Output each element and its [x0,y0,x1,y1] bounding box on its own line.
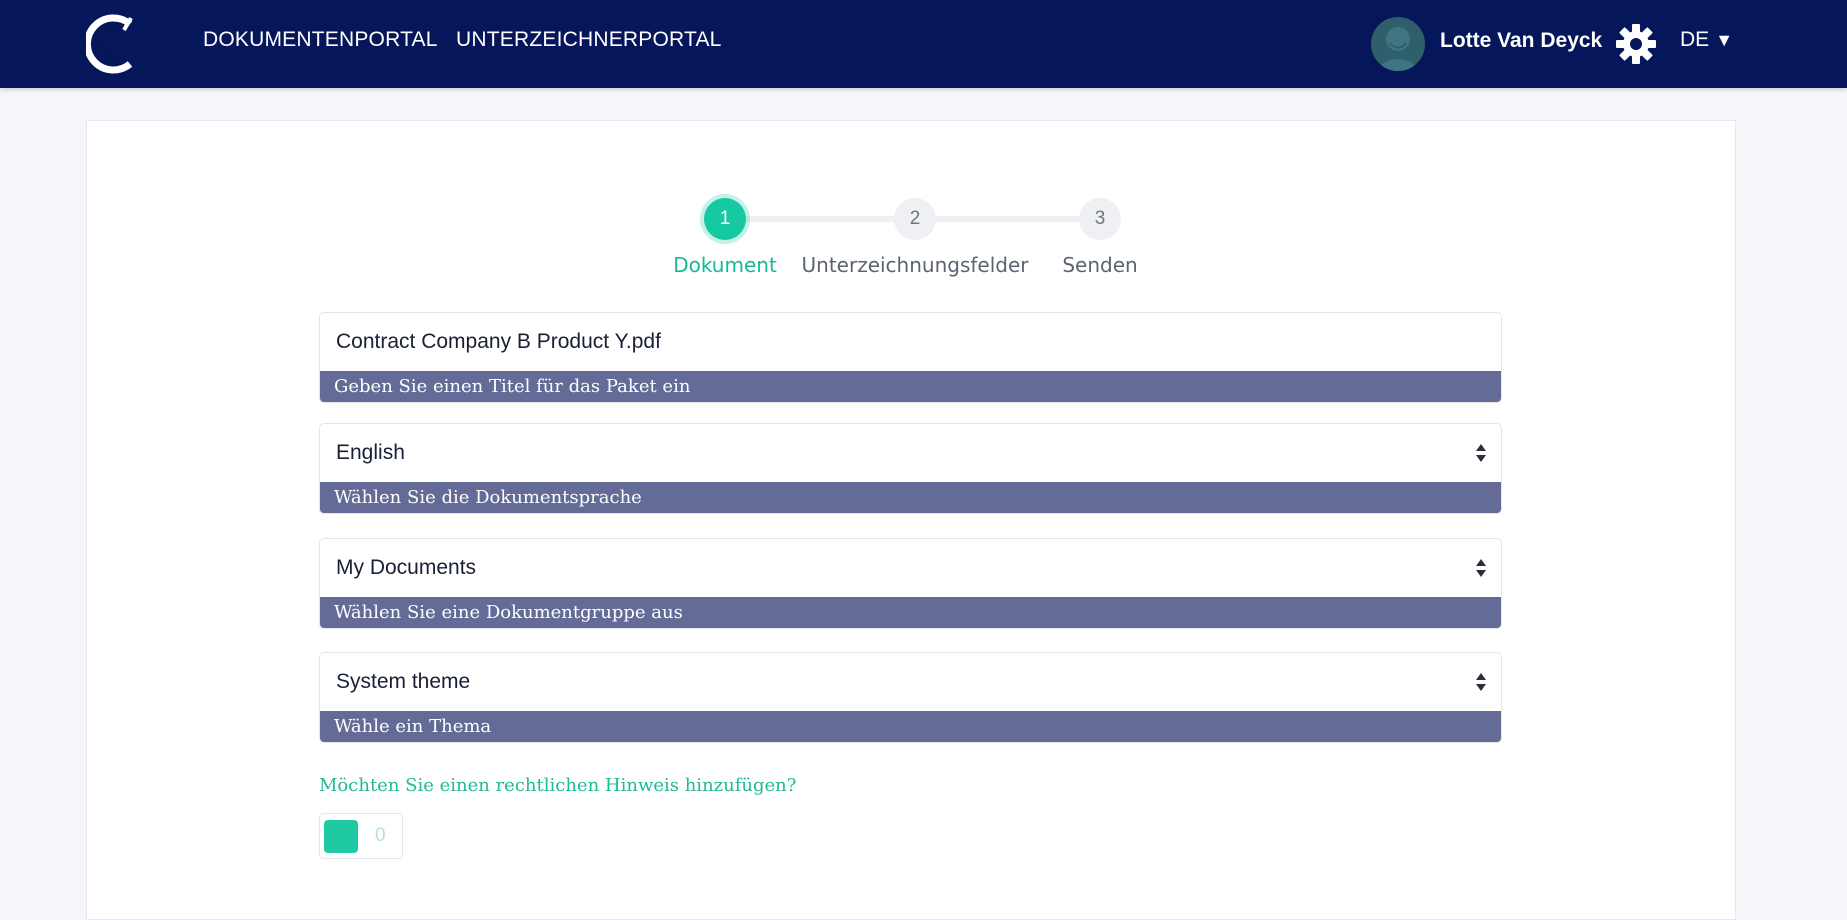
step-connector [745,216,915,222]
theme-hint: Wähle ein Thema [320,711,1501,742]
select-arrows-icon [1476,673,1486,691]
package-title-field: Contract Company B Product Y.pdf Geben S… [319,312,1502,403]
step-3-label[interactable]: Senden [1062,253,1137,277]
step-2-label[interactable]: Unterzeichnungsfelder [802,253,1029,277]
legal-notice-question[interactable]: Möchten Sie einen rechtlichen Hinweis hi… [319,775,796,796]
document-group-select[interactable]: My Documents [320,539,1501,597]
document-language-select[interactable]: English [320,424,1501,482]
progress-stepper: 1 2 3 Dokument Unterzeichnungsfelder Sen… [0,0,1847,300]
document-language-value: English [336,441,405,464]
select-arrows-icon [1476,444,1486,462]
step-1-circle[interactable]: 1 [704,198,746,240]
package-title-hint: Geben Sie einen Titel für das Paket ein [320,371,1501,402]
document-group-value: My Documents [336,556,477,579]
theme-field: System theme Wähle ein Thema [319,652,1502,743]
select-arrows-icon [1476,559,1486,577]
document-language-hint: Wählen Sie die Dokumentsprache [320,482,1501,513]
theme-select[interactable]: System theme [320,653,1501,711]
package-title-input[interactable]: Contract Company B Product Y.pdf [320,313,1501,371]
step-1-label[interactable]: Dokument [673,253,777,277]
step-2-circle[interactable]: 2 [894,198,936,240]
document-language-field: English Wählen Sie die Dokumentsprache [319,423,1502,514]
document-group-field: My Documents Wählen Sie eine Dokumentgru… [319,538,1502,629]
step-3-circle[interactable]: 3 [1079,198,1121,240]
toggle-state-label: 0 [375,825,386,846]
document-group-hint: Wählen Sie eine Dokumentgruppe aus [320,597,1501,628]
toggle-knob [324,820,358,853]
theme-value: System theme [336,670,471,693]
legal-notice-toggle[interactable]: 0 [319,813,403,859]
step-connector [935,216,1100,222]
